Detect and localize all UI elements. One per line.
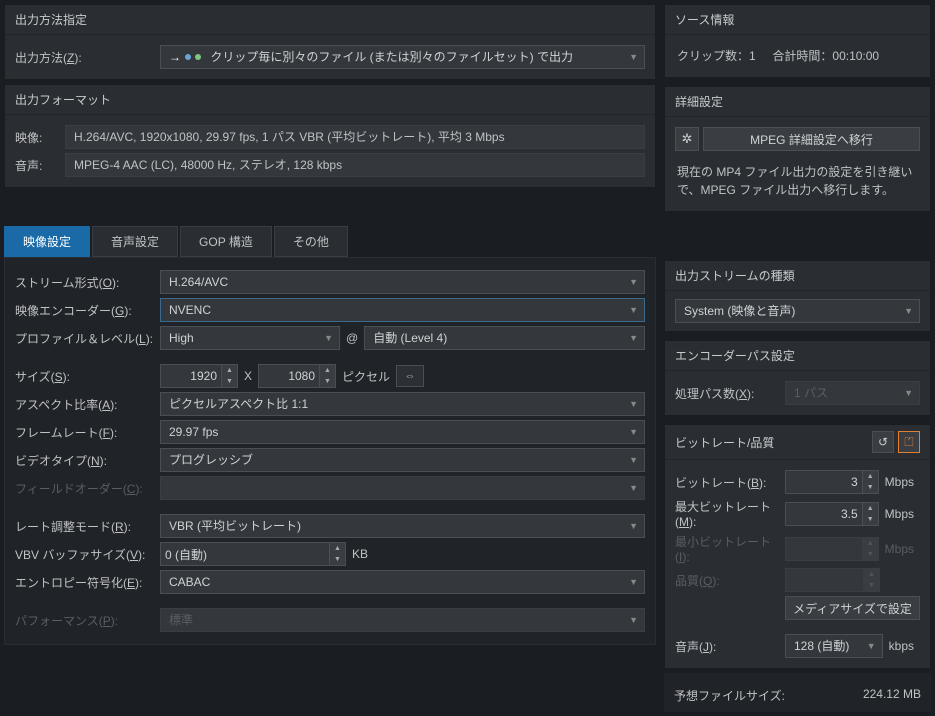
encoder-pass-panel: エンコーダーパス設定 処理パス数(X): 1 パス (664, 340, 931, 416)
quality-input (785, 568, 864, 592)
size-width-spinner[interactable]: ▲▼ (222, 364, 238, 388)
source-info-panel: ソース情報 クリップ数：1 合計時間：00:10:00 (664, 4, 931, 78)
advanced-header: 詳細設定 (665, 87, 930, 117)
output-method-value: クリップ毎に別々のファイル (または別々のファイルセット) で出力 (210, 50, 573, 64)
encoder-select[interactable]: NVENC (160, 298, 645, 322)
tab-gop[interactable]: GOP 構造 (180, 226, 272, 257)
tab-other[interactable]: その他 (274, 226, 348, 257)
size-width-input[interactable]: 1920 (160, 364, 222, 388)
max-bitrate-spinner[interactable]: ▲▼ (863, 502, 879, 526)
quality-label: 品質(Q): (675, 572, 785, 589)
media-size-button[interactable]: メディアサイズで設定 (785, 596, 920, 620)
size-label: サイズ(S): (15, 368, 160, 385)
vbv-unit: KB (346, 547, 374, 561)
bitrate-spinner[interactable]: ▲▼ (863, 470, 879, 494)
entropy-select[interactable]: CABAC (160, 570, 645, 594)
bitrate-unit: Mbps (879, 475, 920, 489)
video-type-select[interactable]: プログレッシブ (160, 448, 645, 472)
advanced-button[interactable]: MPEG 詳細設定へ移行 (703, 127, 920, 151)
max-bitrate-input[interactable]: 3.5 (785, 502, 863, 526)
source-info-text: クリップ数：1 合計時間：00:10:00 (675, 43, 920, 69)
profile-at: @ (340, 331, 364, 345)
framerate-label: フレームレート(F): (15, 424, 160, 441)
advanced-desc: 現在の MP4 ファイル出力の設定を引き継いで、MPEG ファイル出力へ移行しま… (675, 159, 920, 203)
output-split-icon: → (169, 46, 201, 68)
video-summary-label: 映像: (15, 129, 65, 146)
quality-spinner: ▲▼ (864, 568, 880, 592)
profile-select[interactable]: High (160, 326, 340, 350)
rate-mode-label: レート調整モード(R): (15, 518, 160, 535)
min-bitrate-spinner: ▲▼ (863, 537, 879, 561)
bitrate-input[interactable]: 3 (785, 470, 863, 494)
max-bitrate-unit: Mbps (879, 507, 920, 521)
audio-bitrate-label: 音声(J): (675, 638, 785, 655)
vbv-spinner[interactable]: ▲▼ (330, 542, 346, 566)
stream-type-label: ストリーム形式(O): (15, 274, 160, 291)
encoder-label: 映像エンコーダー(G): (15, 302, 160, 319)
estimated-size-label: 予想ファイルサイズ: (674, 687, 785, 704)
output-method-label: 出力方法(Z): (15, 49, 160, 66)
video-settings-body: ストリーム形式(O): H.264/AVC 映像エンコーダー(G): NVENC… (4, 257, 656, 645)
performance-label: パフォーマンス(P): (15, 612, 160, 629)
tab-audio[interactable]: 音声設定 (92, 226, 178, 257)
lock-icon[interactable]: ⏍ (898, 431, 920, 453)
audio-summary-value: MPEG-4 AAC (LC), 48000 Hz, ステレオ, 128 kbp… (65, 153, 645, 177)
size-height-input[interactable]: 1080 (258, 364, 320, 388)
output-method-header: 出力方法指定 (5, 5, 655, 35)
profile-label: プロファイル＆レベル(L): (15, 330, 160, 347)
stream-type-header: 出力ストリームの種類 (665, 261, 930, 291)
size-height-spinner[interactable]: ▲▼ (320, 364, 336, 388)
pass-count-select: 1 パス (785, 381, 920, 405)
estimated-size-row: 予想ファイルサイズ: 224.12 MB (664, 673, 931, 712)
framerate-select[interactable]: 29.97 fps (160, 420, 645, 444)
vbv-input[interactable]: 0 (自動) (160, 542, 330, 566)
lock-aspect-icon[interactable]: ⇔ (396, 365, 424, 387)
advanced-panel: 詳細設定 ✲ MPEG 詳細設定へ移行 現在の MP4 ファイル出力の設定を引き… (664, 86, 931, 212)
source-info-header: ソース情報 (665, 5, 930, 35)
size-x: X (238, 369, 258, 383)
output-method-panel: 出力方法指定 出力方法(Z): → クリップ毎に別々のファイル (または別々のフ… (4, 4, 656, 80)
stream-type-select[interactable]: H.264/AVC (160, 270, 645, 294)
output-stream-select[interactable]: System (映像と音声) (675, 299, 920, 323)
level-select[interactable]: 自動 (Level 4) (364, 326, 645, 350)
rate-mode-select[interactable]: VBR (平均ビットレート) (160, 514, 645, 538)
audio-bitrate-select[interactable]: 128 (自動) (785, 634, 883, 658)
tab-video[interactable]: 映像設定 (4, 226, 90, 257)
output-format-header: 出力フォーマット (5, 85, 655, 115)
audio-summary-label: 音声: (15, 157, 65, 174)
aspect-label: アスペクト比率(A): (15, 396, 160, 413)
estimated-size-value: 224.12 MB (863, 687, 921, 704)
min-bitrate-unit: Mbps (879, 542, 920, 556)
audio-bitrate-unit: kbps (883, 639, 920, 653)
min-bitrate-input (785, 537, 863, 561)
performance-select: 標準 (160, 608, 645, 632)
entropy-label: エントロピー符号化(E): (15, 574, 160, 591)
reset-icon[interactable]: ↺ (872, 431, 894, 453)
vbv-label: VBV バッファサイズ(V): (15, 546, 160, 563)
stream-type-panel: 出力ストリームの種類 System (映像と音声) (664, 260, 931, 332)
max-bitrate-label: 最大ビットレート(M): (675, 498, 785, 529)
min-bitrate-label: 最小ビットレート(I): (675, 533, 785, 564)
bitrate-label: ビットレート(B): (675, 474, 785, 491)
bitrate-header: ビットレート/品質 ↺ ⏍ (665, 425, 930, 460)
pass-count-label: 処理パス数(X): (675, 385, 785, 402)
output-format-panel: 出力フォーマット 映像: H.264/AVC, 1920x1080, 29.97… (4, 84, 656, 188)
field-order-select (160, 476, 645, 500)
encoder-pass-header: エンコーダーパス設定 (665, 341, 930, 371)
output-method-select[interactable]: → クリップ毎に別々のファイル (または別々のファイルセット) で出力 (160, 45, 645, 69)
settings-tabs: 映像設定 音声設定 GOP 構造 その他 (4, 226, 656, 257)
video-type-label: ビデオタイプ(N): (15, 452, 160, 469)
gear-icon: ✲ (675, 127, 699, 151)
bitrate-panel: ビットレート/品質 ↺ ⏍ ビットレート(B): 3 ▲▼ Mbps 最大ビット… (664, 424, 931, 669)
video-summary-value: H.264/AVC, 1920x1080, 29.97 fps, 1 パス VB… (65, 125, 645, 149)
field-order-label: フィールドオーダー(C): (15, 480, 160, 497)
aspect-select[interactable]: ピクセルアスペクト比 1:1 (160, 392, 645, 416)
size-unit: ピクセル (336, 368, 396, 385)
